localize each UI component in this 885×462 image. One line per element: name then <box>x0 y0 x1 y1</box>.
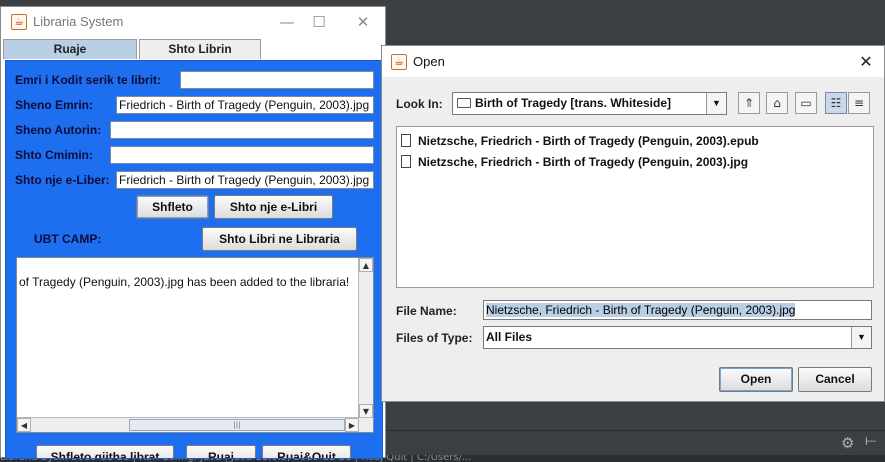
add-ebook-button[interactable]: Shto nje e-Libri <box>214 195 333 219</box>
up-folder-icon[interactable]: ⇑ <box>738 92 760 114</box>
minimize-button[interactable]: — <box>269 11 305 33</box>
open-button[interactable]: Open <box>719 367 793 392</box>
files-of-type-value: All Files <box>486 330 533 344</box>
scroll-right-arrow-icon[interactable]: ▶ <box>345 418 359 432</box>
code-field[interactable] <box>180 71 374 89</box>
file-name-value: Nietzsche, Friedrich - Birth of Tragedy … <box>486 303 796 317</box>
chevron-down-icon[interactable]: ▼ <box>851 327 871 348</box>
scroll-thumb[interactable]: ||| <box>129 419 345 431</box>
gear-icon[interactable]: ⚙ <box>841 434 854 452</box>
list-item[interactable]: Nietzsche, Friedrich - Birth of Tragedy … <box>401 153 748 171</box>
dialog-title: Open <box>413 54 445 69</box>
cancel-button[interactable]: Cancel <box>798 367 872 392</box>
code-label: Emri i Kodit serik te librit: <box>15 73 162 87</box>
java-icon: ☕ <box>11 14 27 30</box>
price-label: Shto Cmimin: <box>15 148 93 162</box>
file-icon <box>401 134 411 148</box>
tab-bar: Ruaje Shto Librin <box>3 39 385 59</box>
window-title: Libraria System <box>33 14 124 29</box>
folder-icon <box>457 97 471 108</box>
libraria-titlebar: ☕ Libraria System — ☐ ✕ <box>1 7 385 37</box>
vertical-scrollbar[interactable]: ▲ ▼ <box>358 258 373 418</box>
open-dialog: ☕ Open ✕ Look In: Birth of Tragedy [tran… <box>381 45 885 402</box>
maximize-button[interactable]: ☐ <box>301 11 337 33</box>
file-name-label: File Name: <box>396 304 457 318</box>
details-view-icon[interactable]: ≡ <box>848 92 870 114</box>
home-icon[interactable]: ⌂ <box>766 92 788 114</box>
ide-statusbar <box>380 430 885 455</box>
scroll-up-arrow-icon[interactable]: ▲ <box>359 258 373 272</box>
price-field[interactable] <box>110 146 374 164</box>
new-folder-icon[interactable]: ▭ <box>795 92 817 114</box>
tab-shto-librin[interactable]: Shto Librin <box>139 39 261 59</box>
chevron-down-icon[interactable]: ▼ <box>706 93 726 114</box>
open-dialog-titlebar: ☕ Open ✕ <box>382 46 884 77</box>
close-icon[interactable]: ✕ <box>854 50 878 74</box>
look-in-value: Birth of Tragedy [trans. Whiteside] <box>475 96 672 110</box>
author-label: Sheno Autorin: <box>15 123 102 137</box>
collapse-icon[interactable]: ⟝ <box>865 433 877 449</box>
form-panel: Emri i Kodit serik te librit: Sheno Emri… <box>5 60 383 459</box>
file-name-field[interactable]: Nietzsche, Friedrich - Birth of Tragedy … <box>483 300 872 320</box>
ebook-label: Shto nje e-Liber: <box>15 173 110 187</box>
name-field[interactable]: Friedrich - Birth of Tragedy (Penguin, 2… <box>116 96 374 114</box>
browse-button[interactable]: Shfleto <box>136 195 209 219</box>
output-text: of Tragedy (Penguin, 2003).jpg has been … <box>19 275 350 289</box>
close-button[interactable]: ✕ <box>345 11 381 33</box>
ebook-field[interactable]: Friedrich - Birth of Tragedy (Penguin, 2… <box>116 171 374 189</box>
name-label: Sheno Emrin: <box>15 98 94 112</box>
save-quit-button[interactable]: Ruaj&Quit <box>262 445 351 458</box>
files-of-type-combo[interactable]: All Files ▼ <box>483 326 872 349</box>
add-to-library-button[interactable]: Shto Libri ne Libraria <box>202 227 357 251</box>
author-field[interactable] <box>110 121 374 139</box>
java-icon: ☕ <box>391 54 407 70</box>
list-view-icon[interactable]: ☷ <box>825 92 847 114</box>
list-item[interactable]: Nietzsche, Friedrich - Birth of Tragedy … <box>401 132 759 150</box>
output-textarea[interactable]: of Tragedy (Penguin, 2003).jpg has been … <box>16 257 374 433</box>
scroll-down-arrow-icon[interactable]: ▼ <box>359 404 373 418</box>
look-in-label: Look In: <box>396 97 443 111</box>
libraria-window: ☕ Libraria System — ☐ ✕ Ruaje Shto Libri… <box>0 6 386 459</box>
tab-ruaje[interactable]: Ruaje <box>3 39 137 59</box>
horizontal-scrollbar[interactable]: ◀ ||| ▶ <box>17 417 373 432</box>
look-in-combo[interactable]: Birth of Tragedy [trans. Whiteside] ▼ <box>452 92 727 115</box>
save-button[interactable]: Ruaj <box>186 445 256 458</box>
campus-label: UBT CAMP: <box>34 232 102 246</box>
browse-all-button[interactable]: Shfleto gjitha librat <box>36 445 174 458</box>
file-list[interactable]: Nietzsche, Friedrich - Birth of Tragedy … <box>396 126 874 288</box>
scroll-left-arrow-icon[interactable]: ◀ <box>17 418 31 432</box>
files-of-type-label: Files of Type: <box>396 331 473 345</box>
file-icon <box>401 155 411 169</box>
